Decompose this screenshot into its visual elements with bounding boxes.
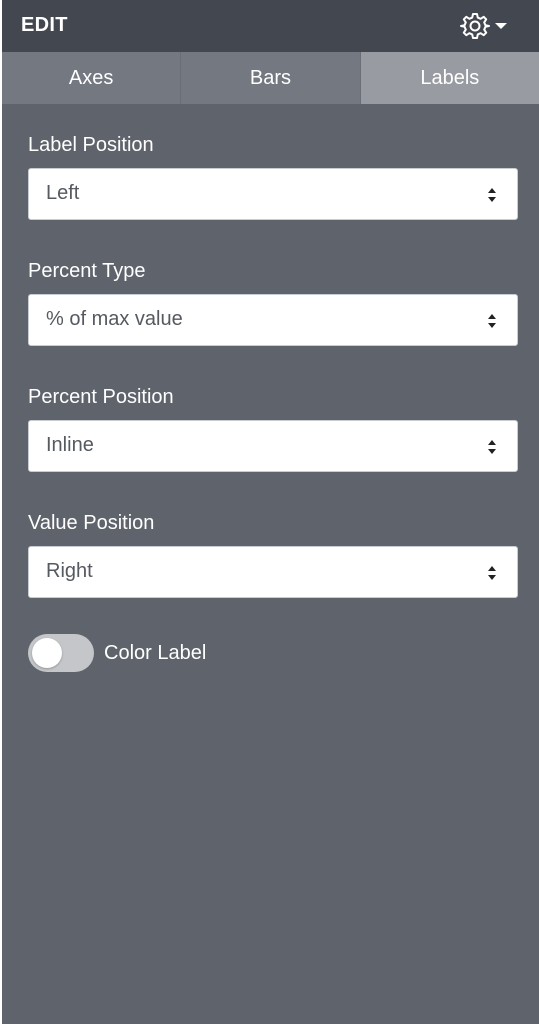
panel-title: EDIT (21, 14, 68, 36)
percent-position-select[interactable]: Inline (28, 420, 518, 472)
tab-labels[interactable]: Labels (360, 52, 539, 104)
percent-type-value: % of max value (46, 308, 183, 330)
select-arrows-icon (487, 312, 497, 330)
color-label-row: Color Label (28, 634, 206, 672)
edit-panel: EDIT Axes Bars Labels Label Position Lef… (2, 0, 539, 1024)
panel-header: EDIT (2, 0, 539, 52)
color-label-toggle[interactable] (28, 634, 94, 672)
toggle-knob (32, 638, 62, 668)
label-position-label: Label Position (28, 134, 154, 156)
caret-down-icon (494, 21, 508, 31)
color-label-text: Color Label (104, 641, 207, 664)
select-arrows-icon (487, 186, 497, 204)
tab-bar: Axes Bars Labels (2, 52, 539, 104)
label-position-value: Left (46, 182, 80, 204)
settings-menu-button[interactable] (460, 8, 516, 44)
percent-position-label: Percent Position (28, 386, 174, 408)
gear-icon (460, 11, 490, 41)
value-position-value: Right (46, 560, 93, 582)
tab-bars[interactable]: Bars (181, 52, 361, 104)
label-position-select[interactable]: Left (28, 168, 518, 220)
value-position-select[interactable]: Right (28, 546, 518, 598)
select-arrows-icon (487, 438, 497, 456)
percent-type-label: Percent Type (28, 260, 146, 282)
value-position-label: Value Position (28, 512, 155, 534)
percent-position-value: Inline (46, 434, 94, 456)
select-arrows-icon (487, 564, 497, 582)
tab-axes[interactable]: Axes (2, 52, 182, 104)
percent-type-select[interactable]: % of max value (28, 294, 518, 346)
